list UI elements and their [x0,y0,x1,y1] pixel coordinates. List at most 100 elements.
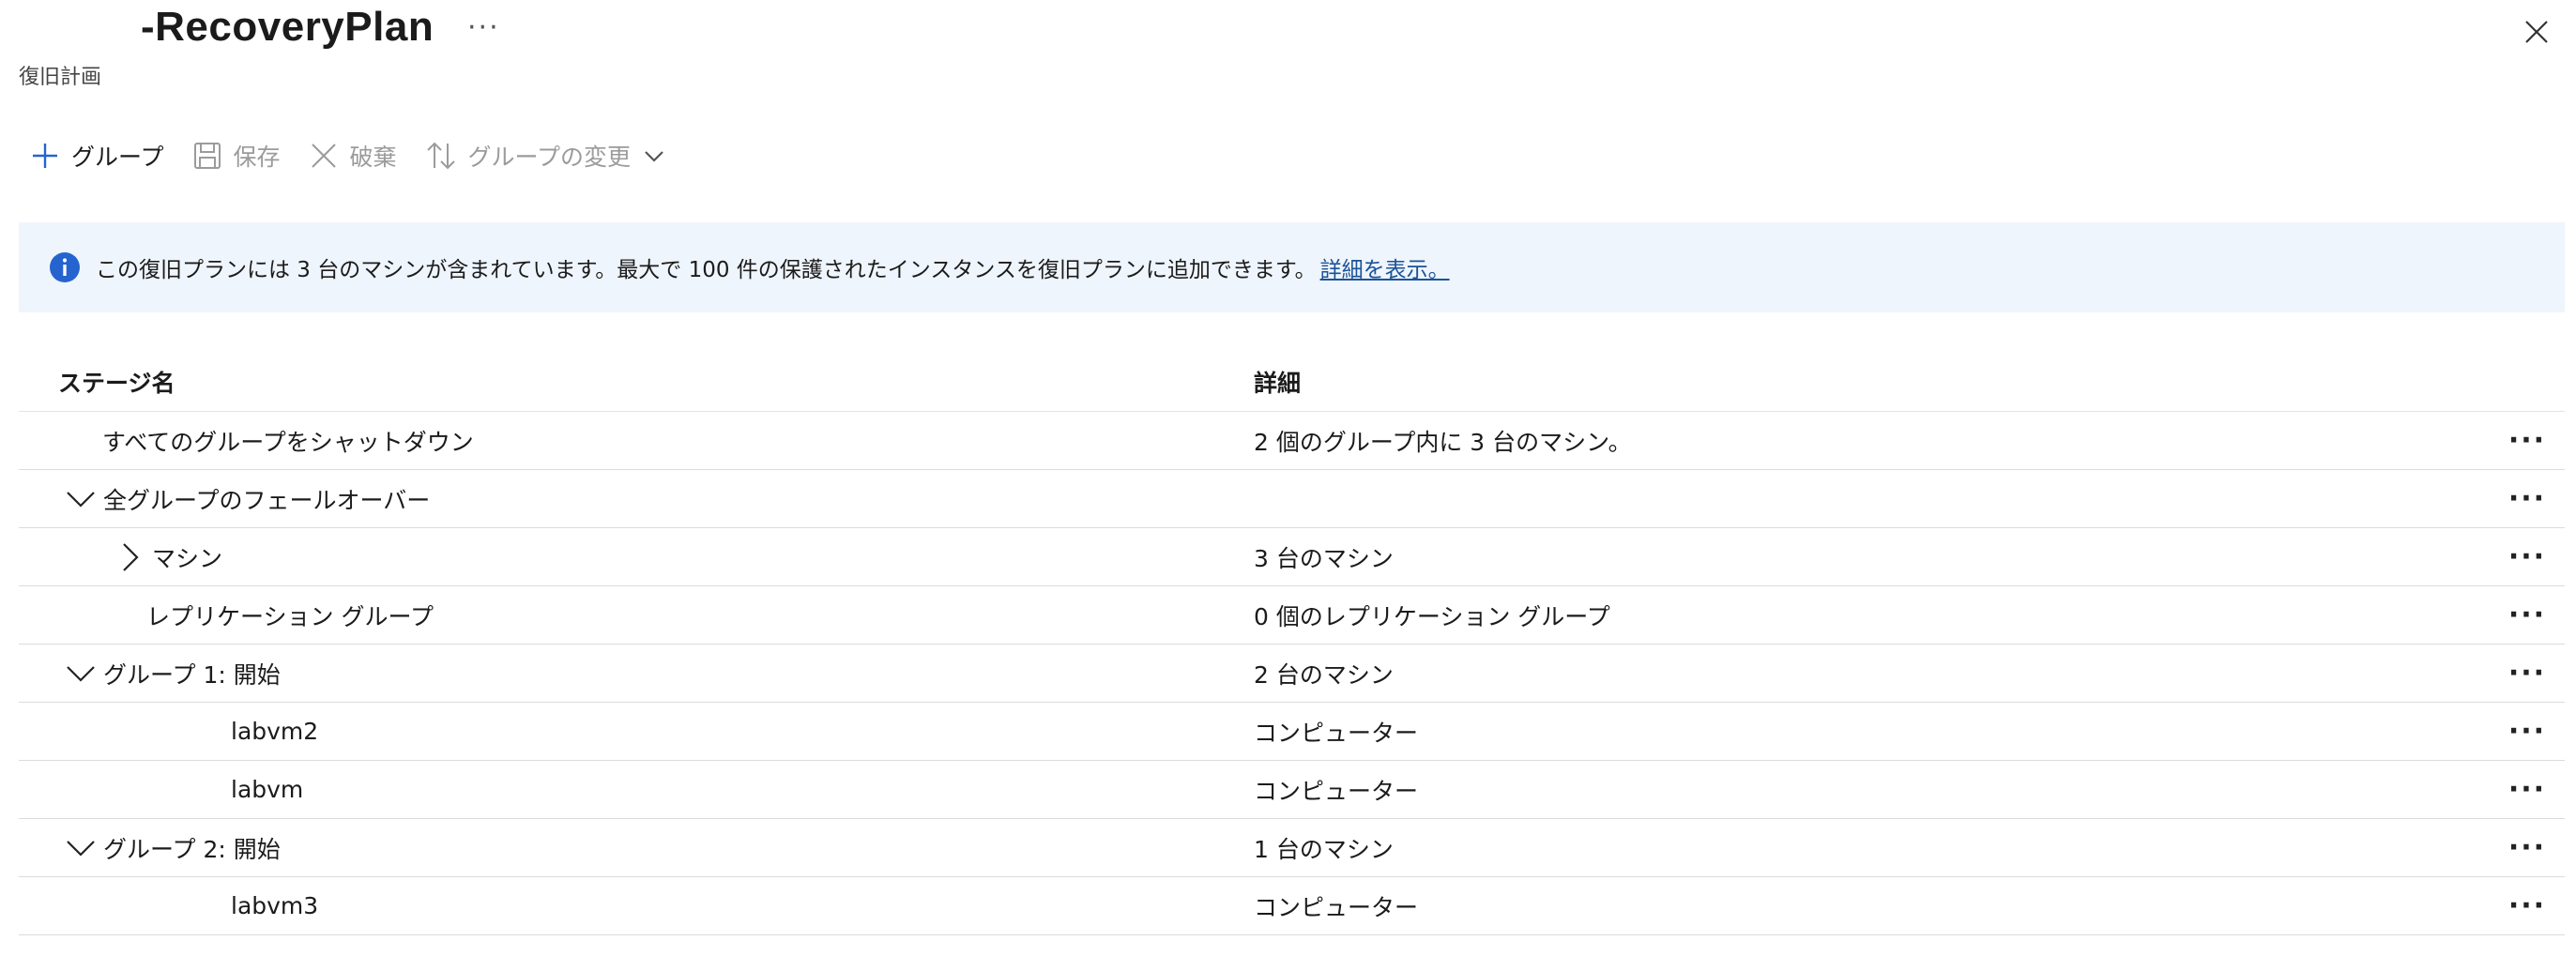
row-more-options-button[interactable]: ··· [2508,426,2546,455]
info-icon [50,252,80,282]
stage-name-text: すべてのグループをシャットダウン [102,428,474,456]
stage-name-text: グループ 1: 開始 [103,660,281,689]
stage-name-text: 全グループのフェールオーバー [103,486,431,514]
close-icon [2525,21,2548,43]
row-more-cell: ··· [2490,703,2565,760]
table-row[interactable]: labvm コンピューター ··· [19,761,2565,819]
cell-detail: コンピューター [1254,777,1419,805]
cell-stage-name: マシン [19,528,1254,585]
cell-stage-name: 全グループのフェールオーバー [19,470,1254,527]
toolbar: グループ 保存 破棄 グループの変更 [30,131,666,180]
stage-name-text: グループ 2: 開始 [103,835,281,863]
row-more-cell: ··· [2490,645,2565,702]
cell-detail: 1 台のマシン [1254,835,1394,863]
add-group-label: グループ [71,144,164,171]
stage-name-wrapper: labvm3 [19,877,318,934]
row-more-options-button[interactable]: ··· [2508,833,2546,862]
row-more-cell: ··· [2490,819,2565,876]
change-group-button[interactable]: グループの変更 [425,139,667,173]
collapse-chevron-button[interactable] [62,655,99,692]
chevron-down-icon [67,665,95,682]
stage-name-text: labvm3 [231,892,319,919]
add-group-button[interactable]: グループ [30,139,164,173]
row-more-cell: ··· [2490,470,2565,527]
cell-detail: 2 個のグループ内に 3 台のマシン。 [1254,428,1632,456]
row-more-options-button[interactable]: ··· [2508,542,2546,571]
learn-more-link[interactable]: 詳細を表示。 [1320,251,1450,283]
row-more-options-button[interactable]: ··· [2508,484,2546,513]
stage-name-wrapper: レプリケーション グループ [19,586,434,644]
close-button[interactable] [2518,13,2555,51]
row-more-cell: ··· [2490,412,2565,469]
cell-stage-name: labvm3 [19,877,1254,934]
cell-stage-name: labvm [19,761,1254,818]
info-banner-text: この復旧プランには 3 台のマシンが含まれています。最大で 100 件の保護され… [96,258,1317,282]
table-row[interactable]: グループ 1: 開始 2 台のマシン ··· [19,645,2565,703]
discard-label: 破棄 [349,144,397,171]
stage-name-text: レプリケーション グループ [146,602,434,630]
chevron-right-icon [123,542,139,571]
stage-name-wrapper: すべてのグループをシャットダウン [19,412,474,469]
table-header: ステージ名 詳細 [19,353,2565,412]
chevron-down-icon [645,151,663,162]
recovery-plan-table: ステージ名 詳細 すべてのグループをシャットダウン 2 個のグループ内に 3 台の… [19,353,2565,935]
row-more-options-button[interactable]: ··· [2508,891,2546,920]
stage-name-wrapper: マシン [19,528,222,585]
cell-detail: 2 台のマシン [1254,660,1394,689]
table-row[interactable]: マシン 3 台のマシン ··· [19,528,2565,586]
stage-name-text: マシン [152,544,223,572]
plus-icon [33,144,57,168]
table-row[interactable]: labvm2 コンピューター ··· [19,703,2565,761]
cell-detail [1254,470,2490,527]
recovery-plan-blade: -RecoveryPlan ··· 復旧計画 グループ 保存 破棄 グループの変… [0,0,2576,971]
stage-name-text: labvm [231,776,304,803]
table-row[interactable]: 全グループのフェールオーバー ··· [19,470,2565,528]
save-icon [193,143,221,169]
header-more-spacer [2490,353,2565,411]
table-row[interactable]: labvm3 コンピューター ··· [19,877,2565,935]
header-detail: 詳細 [1254,370,1302,397]
row-more-options-button[interactable]: ··· [2508,717,2546,746]
stage-name-wrapper: グループ 2: 開始 [19,819,281,876]
stage-name-wrapper: 全グループのフェールオーバー [19,470,430,527]
chevron-down-icon [67,840,95,857]
chevron-down-icon [67,491,95,508]
cell-stage-name: グループ 1: 開始 [19,645,1254,702]
change-group-label: グループの変更 [467,144,632,171]
cell-stage-name: レプリケーション グループ [19,586,1254,644]
stage-name-wrapper: labvm [19,761,303,818]
save-label: 保存 [233,144,281,171]
cell-detail: 3 台のマシン [1254,544,1394,572]
discard-x-icon [311,144,336,168]
cell-detail: 0 個のレプリケーション グループ [1254,602,1610,630]
save-button[interactable]: 保存 [192,139,281,173]
stage-name-text: labvm2 [231,718,319,745]
stage-name-wrapper: グループ 1: 開始 [19,645,281,702]
cell-detail: コンピューター [1254,719,1419,747]
cell-stage-name: すべてのグループをシャットダウン [19,412,1254,469]
collapse-chevron-button[interactable] [62,829,99,867]
table-row[interactable]: レプリケーション グループ 0 個のレプリケーション グループ ··· [19,586,2565,645]
collapse-chevron-button[interactable] [62,480,99,518]
cell-stage-name: labvm2 [19,703,1254,760]
header-stage-name: ステージ名 [58,370,175,397]
cell-stage-name: グループ 2: 開始 [19,819,1254,876]
row-more-cell: ··· [2490,877,2565,934]
table-row[interactable]: グループ 2: 開始 1 台のマシン ··· [19,819,2565,877]
row-more-cell: ··· [2490,761,2565,818]
row-more-options-button[interactable]: ··· [2508,600,2546,630]
page-subtitle: 復旧計画 [19,66,102,89]
info-banner: この復旧プランには 3 台のマシンが含まれています。最大で 100 件の保護され… [19,222,2565,312]
expand-chevron-button[interactable] [111,539,148,576]
page-title: -RecoveryPlan [141,4,434,50]
sort-arrows-icon [426,142,455,170]
stage-name-wrapper: labvm2 [19,703,318,760]
row-more-options-button[interactable]: ··· [2508,775,2546,804]
title-more-options-button[interactable]: ··· [467,11,500,44]
row-more-options-button[interactable]: ··· [2508,659,2546,688]
row-more-cell: ··· [2490,528,2565,585]
discard-button[interactable]: 破棄 [309,139,397,173]
row-more-cell: ··· [2490,586,2565,644]
table-body: すべてのグループをシャットダウン 2 個のグループ内に 3 台のマシン。 ··· 全グ… [19,412,2565,935]
table-row[interactable]: すべてのグループをシャットダウン 2 個のグループ内に 3 台のマシン。 ··· [19,412,2565,470]
